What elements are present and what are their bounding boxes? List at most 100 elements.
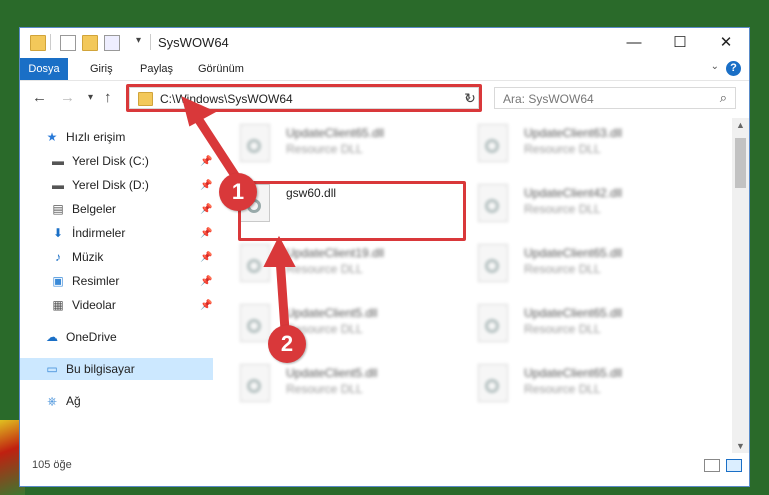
dll-file-icon	[478, 184, 508, 222]
minimize-button[interactable]: —	[611, 28, 657, 58]
pin-icon[interactable]: 📌	[200, 228, 212, 239]
properties-icon[interactable]	[60, 35, 76, 51]
forward-arrow-icon[interactable]: →	[60, 89, 75, 106]
dll-file-icon	[478, 304, 508, 342]
tab-view[interactable]: Görünüm	[198, 58, 244, 80]
maximize-button[interactable]: ☐	[657, 28, 703, 58]
sidebar-item-label: Belgeler	[72, 202, 117, 216]
status-bar: 105 öğe	[20, 453, 749, 486]
help-icon[interactable]: ?	[726, 61, 741, 76]
tab-share[interactable]: Paylaş	[140, 58, 173, 80]
dll-file-icon	[240, 304, 270, 342]
documents-icon: ▤	[52, 202, 64, 216]
tab-home[interactable]: Giriş	[90, 58, 113, 80]
customize-qa-icon[interactable]	[104, 35, 120, 51]
pictures-icon: ▣	[52, 274, 64, 288]
search-icon: ⌕	[719, 90, 727, 105]
file-name: UpdateClient65.dll	[524, 366, 623, 380]
close-button[interactable]: ✕	[703, 28, 749, 58]
sidebar-item-label: Yerel Disk (D:)	[72, 178, 149, 192]
file-tile[interactable]: UpdateClient65.dll Resource DLL	[478, 304, 708, 350]
file-tile[interactable]: UpdateClient65.dll Resource DLL	[478, 364, 708, 410]
download-icon: ⬇	[52, 226, 64, 240]
sidebar-item-local-disk-d[interactable]: ▬ Yerel Disk (D:)	[50, 174, 149, 196]
pin-icon[interactable]: 📌	[200, 300, 212, 311]
file-tile[interactable]: UpdateClient42.dll Resource DLL	[478, 184, 708, 230]
pin-icon[interactable]: 📌	[200, 252, 212, 263]
tab-file[interactable]: Dosya	[20, 58, 68, 80]
file-name: UpdateClient65.dll	[524, 246, 623, 260]
large-icons-view-icon[interactable]	[726, 459, 742, 472]
file-type: Resource DLL	[524, 382, 601, 396]
file-type: Resource DLL	[286, 262, 363, 276]
file-tile[interactable]: UpdateClient65.dll Resource DLL	[240, 124, 470, 170]
step-badge-1: 1	[219, 173, 257, 211]
file-highlight	[238, 181, 466, 241]
sidebar-item-local-disk-c[interactable]: ▬ Yerel Disk (C:)	[50, 150, 149, 172]
file-type: Resource DLL	[524, 202, 601, 216]
pin-icon[interactable]: 📌	[200, 204, 212, 215]
sidebar-item-label: Ağ	[66, 394, 81, 408]
file-type: Resource DLL	[286, 382, 363, 396]
ribbon-tabs: Dosya Giriş Paylaş Görünüm ⌄ ?	[20, 58, 749, 81]
sidebar-item-network[interactable]: ⎈ Ağ	[44, 390, 81, 412]
file-tile[interactable]: UpdateClient19.dll Resource DLL	[240, 244, 470, 290]
sidebar-item-label: Yerel Disk (C:)	[72, 154, 149, 168]
file-tile[interactable]: UpdateClient65.dll Resource DLL	[478, 244, 708, 290]
file-name: UpdateClient65.dll	[286, 126, 385, 140]
sidebar-item-label: Bu bilgisayar	[66, 362, 135, 376]
dll-file-icon	[478, 244, 508, 282]
drive-icon: ▬	[52, 178, 64, 192]
file-type: Resource DLL	[524, 142, 601, 156]
sidebar-item-label: Müzik	[72, 250, 104, 264]
file-list: UpdateClient65.dll Resource DLL gsw60.dl…	[220, 118, 732, 453]
file-tile[interactable]: UpdateClient63.dll Resource DLL	[478, 124, 708, 170]
up-arrow-icon[interactable]: ↑	[104, 89, 112, 106]
computer-icon: ▭	[46, 362, 58, 376]
sidebar-item-onedrive[interactable]: ☁ OneDrive	[44, 326, 117, 348]
sidebar-item-music[interactable]: ♪ Müzik	[50, 246, 103, 268]
sidebar-item-quick-access[interactable]: ★ Hızlı erişim	[44, 126, 126, 148]
scroll-down-icon[interactable]: ▼	[732, 441, 749, 451]
sidebar-item-videos[interactable]: ▦ Videolar	[50, 294, 116, 316]
sidebar-item-label: İndirmeler	[72, 226, 126, 240]
recent-locations-icon[interactable]: ▾	[88, 92, 93, 103]
pin-icon[interactable]: 📌	[200, 180, 212, 191]
back-arrow-icon[interactable]: ←	[32, 89, 47, 106]
sidebar-item-documents[interactable]: ▤ Belgeler	[50, 198, 116, 220]
file-tile[interactable]: UpdateClient5.dll Resource DLL	[240, 364, 470, 410]
folder-icon	[30, 35, 46, 51]
chevron-down-icon[interactable]: ▾	[136, 35, 141, 46]
sidebar-item-this-pc[interactable]: ▭ Bu bilgisayar	[20, 358, 213, 380]
file-name: UpdateClient63.dll	[524, 126, 623, 140]
pin-icon[interactable]: 📌	[200, 276, 212, 287]
address-bar-highlight	[126, 84, 482, 112]
ribbon-expand-icon[interactable]: ⌄	[711, 61, 719, 72]
scroll-up-icon[interactable]: ▲	[732, 120, 749, 130]
file-name: UpdateClient42.dll	[524, 186, 623, 200]
search-input[interactable]: Ara: SysWOW64 ⌕	[494, 87, 736, 109]
pin-icon[interactable]: 📌	[200, 156, 212, 167]
step-badge-2: 2	[268, 325, 306, 363]
music-icon: ♪	[55, 250, 61, 264]
file-name: UpdateClient19.dll	[286, 246, 385, 260]
sidebar-item-label: Hızlı erişim	[66, 130, 126, 144]
dll-file-icon	[240, 364, 270, 402]
file-type: Resource DLL	[524, 322, 601, 336]
file-type: Resource DLL	[524, 262, 601, 276]
sidebar-item-label: Videolar	[72, 298, 116, 312]
vertical-scrollbar[interactable]: ▲ ▼	[732, 118, 749, 453]
sidebar-item-pictures[interactable]: ▣ Resimler	[50, 270, 119, 292]
details-view-icon[interactable]	[704, 459, 720, 472]
scroll-thumb[interactable]	[735, 138, 746, 188]
navigation-pane: ★ Hızlı erişim ▬ Yerel Disk (C:) ▬ Yerel Di…	[20, 118, 213, 453]
cloud-icon: ☁	[46, 330, 58, 344]
new-folder-icon[interactable]	[82, 35, 98, 51]
dll-file-icon	[478, 124, 508, 162]
file-type: Resource DLL	[286, 142, 363, 156]
window-title: SysWOW64	[158, 35, 229, 50]
divider	[50, 34, 51, 50]
divider	[150, 34, 151, 50]
item-count: 105 öğe	[32, 459, 72, 471]
sidebar-item-downloads[interactable]: ⬇ İndirmeler	[50, 222, 125, 244]
